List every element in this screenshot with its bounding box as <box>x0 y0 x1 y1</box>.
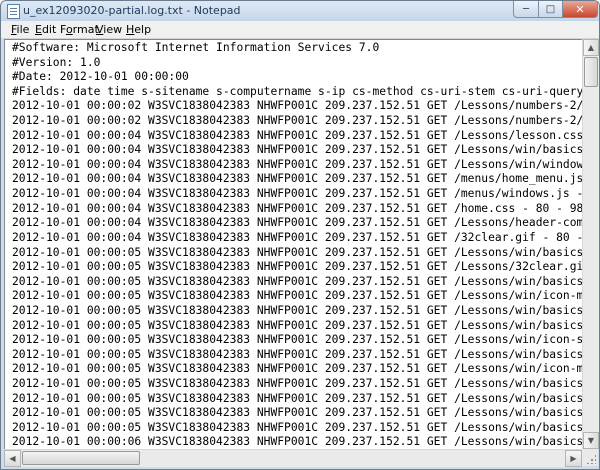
text-line: 2012-10-01 00:00:05 W3SVC1838042383 NHWF… <box>12 303 583 317</box>
window-title: u_ex12093020-partial.log.txt - Notepad <box>23 4 241 17</box>
text-line: 2012-10-01 00:00:05 W3SVC1838042383 NHWF… <box>12 245 583 259</box>
minimize-icon: ─ <box>522 3 530 15</box>
menu-file[interactable]: File <box>11 23 29 36</box>
text-line: 2012-10-01 00:00:04 W3SVC1838042383 NHWF… <box>12 172 583 186</box>
scroll-down-button[interactable]: ▼ <box>583 432 599 449</box>
maximize-button[interactable]: □ <box>538 1 563 18</box>
vertical-scrollbar[interactable]: ▲ ▼ <box>582 39 599 449</box>
text-line: 2012-10-01 00:00:06 W3SVC1838042383 NHWF… <box>12 435 583 449</box>
arrow-right-icon: ▶ <box>570 454 577 463</box>
close-icon: ✕ <box>575 2 585 16</box>
text-line: 2012-10-01 00:00:05 W3SVC1838042383 NHWF… <box>12 362 583 376</box>
text-line: #Software: Microsoft Internet Informatio… <box>12 41 380 54</box>
text-line: 2012-10-01 00:00:05 W3SVC1838042383 NHWF… <box>12 347 583 361</box>
text-line: 2012-10-01 00:00:04 W3SVC1838042383 NHWF… <box>12 216 583 230</box>
text-line: 2012-10-01 00:00:05 W3SVC1838042383 NHWF… <box>12 274 583 288</box>
text-line: 2012-10-01 00:00:05 W3SVC1838042383 NHWF… <box>12 406 583 420</box>
notepad-window: u_ex12093020-partial.log.txt - Notepad ─… <box>0 0 600 470</box>
horizontal-scrollbar[interactable]: ◀ ▶ <box>4 449 582 467</box>
minimize-button[interactable]: ─ <box>513 1 539 18</box>
text-line: 2012-10-01 00:00:02 W3SVC1838042383 NHWF… <box>12 99 583 113</box>
close-button[interactable]: ✕ <box>562 1 598 18</box>
menu-help[interactable]: Help <box>126 23 151 36</box>
text-line: 2012-10-01 00:00:04 W3SVC1838042383 NHWF… <box>12 187 583 201</box>
arrow-left-icon: ◀ <box>9 454 16 463</box>
vertical-scroll-thumb[interactable] <box>584 57 598 87</box>
menu-view[interactable]: View <box>96 23 122 36</box>
resize-grip-icon <box>586 454 596 464</box>
text-line: 2012-10-01 00:00:02 W3SVC1838042383 NHWF… <box>12 114 583 128</box>
text-line: 2012-10-01 00:00:04 W3SVC1838042383 NHWF… <box>12 143 583 157</box>
text-line: 2012-10-01 00:00:05 W3SVC1838042383 NHWF… <box>12 260 583 274</box>
scroll-left-button[interactable]: ◀ <box>4 450 21 467</box>
text-line: 2012-10-01 00:00:05 W3SVC1838042383 NHWF… <box>12 289 583 303</box>
maximize-icon: □ <box>545 3 556 15</box>
scroll-right-button[interactable]: ▶ <box>565 450 582 467</box>
text-line: 2012-10-01 00:00:05 W3SVC1838042383 NHWF… <box>12 391 583 405</box>
text-line: 2012-10-01 00:00:04 W3SVC1838042383 NHWF… <box>12 201 583 215</box>
arrow-up-icon: ▲ <box>587 43 595 52</box>
menu-edit[interactable]: Edit <box>35 23 56 36</box>
text-line: #Version: 1.0 <box>12 55 101 69</box>
text-line: #Date: 2012-10-01 00:00:00 <box>12 70 189 84</box>
text-line: 2012-10-01 00:00:04 W3SVC1838042383 NHWF… <box>12 128 583 142</box>
menu-bar: File Edit Format View Help <box>1 21 599 39</box>
text-line: 2012-10-01 00:00:05 W3SVC1838042383 NHWF… <box>12 377 583 391</box>
menu-format[interactable]: Format <box>60 23 99 36</box>
text-editor[interactable]: #Software: Microsoft Internet Informatio… <box>4 39 583 451</box>
size-grip[interactable] <box>582 449 598 466</box>
text-line: 2012-10-01 00:00:04 W3SVC1838042383 NHWF… <box>12 230 583 244</box>
document-text: #Software: Microsoft Internet Informatio… <box>12 41 583 450</box>
scroll-up-button[interactable]: ▲ <box>583 39 599 56</box>
text-line: 2012-10-01 00:00:05 W3SVC1838042383 NHWF… <box>12 333 583 347</box>
horizontal-scroll-thumb[interactable] <box>22 451 140 465</box>
arrow-down-icon: ▼ <box>587 436 595 445</box>
text-line: 2012-10-01 00:00:04 W3SVC1838042383 NHWF… <box>12 157 583 171</box>
text-line: 2012-10-01 00:00:05 W3SVC1838042383 NHWF… <box>12 420 583 434</box>
text-line: #Fields: date time s-sitename s-computer… <box>12 84 583 98</box>
text-line: 2012-10-01 00:00:05 W3SVC1838042383 NHWF… <box>12 318 583 332</box>
notepad-icon[interactable] <box>7 4 20 19</box>
title-bar[interactable]: u_ex12093020-partial.log.txt - Notepad ─… <box>1 1 599 21</box>
